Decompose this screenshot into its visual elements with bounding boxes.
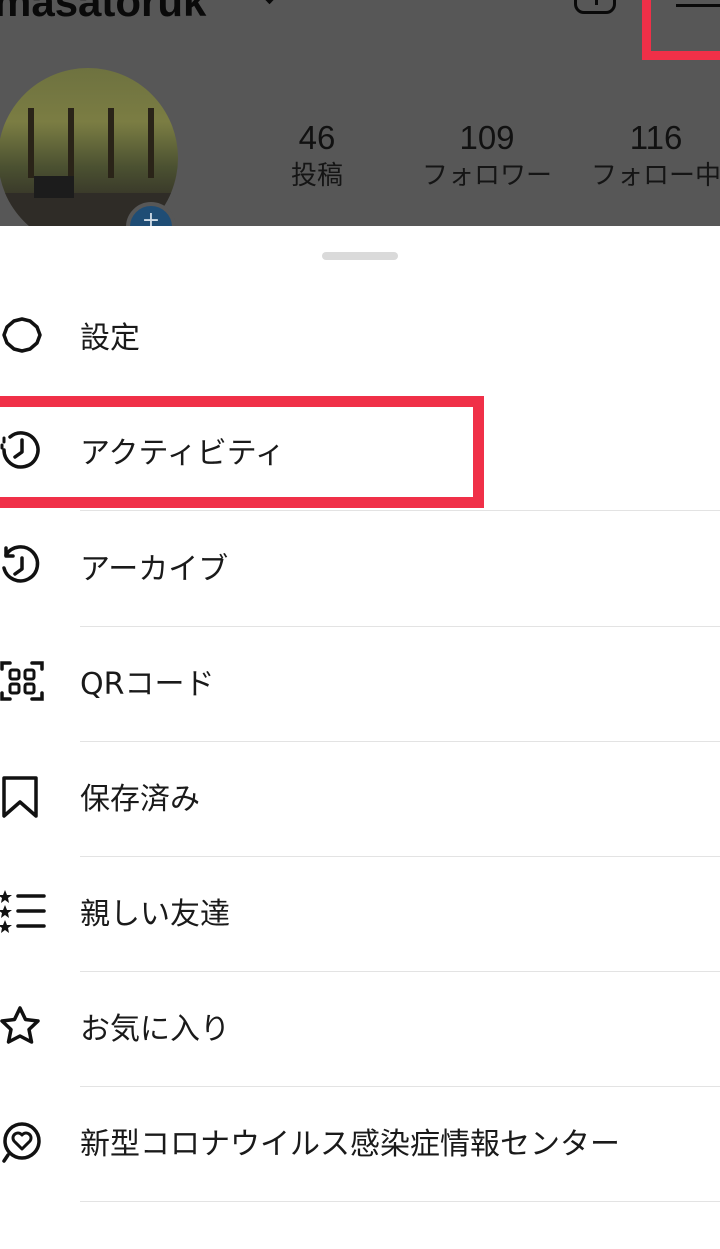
highlight-box-activity <box>0 396 484 508</box>
menu-item-favorites[interactable]: お気に入り <box>0 972 720 1087</box>
stat-posts-label: 投稿 <box>290 161 343 191</box>
menu-item-saved[interactable]: 保存済み <box>0 742 720 857</box>
bookmark-icon <box>2 776 38 818</box>
covid-info-heart-icon <box>2 1122 41 1163</box>
close-friends-list-icon <box>0 890 46 933</box>
menu-divider <box>80 1201 720 1202</box>
menu-item-label: お気に入り <box>80 1012 230 1047</box>
menu-item-covid-info-center[interactable]: 新型コロナウイルス感染症情報センター <box>0 1087 720 1202</box>
menu-bottom-sheet: 設定 アクティビティ アーカイブ QRコード 保存済み 親しい友達 お気に入り … <box>0 226 720 1249</box>
menu-item-label: アーカイブ <box>80 552 229 587</box>
sheet-grabber-handle[interactable] <box>322 252 398 260</box>
menu-item-close-friends[interactable]: 親しい友達 <box>0 857 720 972</box>
stat-posts[interactable]: 46 投稿 <box>262 118 372 194</box>
menu-item-label: 親しい友達 <box>80 897 230 932</box>
profile-header-dimmed: masatoruk 46 投稿 109 フォロワー 116 フォロー中 <box>0 0 720 226</box>
chevron-down-icon[interactable] <box>258 0 281 5</box>
menu-item-qr-code[interactable]: QRコード <box>0 627 720 742</box>
stat-followers[interactable]: 109 フォロワー <box>412 118 562 194</box>
menu-item-label: 新型コロナウイルス感染症情報センター <box>80 1127 620 1162</box>
menu-divider <box>80 510 720 511</box>
gear-icon <box>2 317 42 353</box>
menu-item-archive[interactable]: アーカイブ <box>0 512 720 627</box>
profile-username[interactable]: masatoruk <box>0 0 206 26</box>
stat-following-label: フォロー中 <box>590 161 720 191</box>
stat-following-count: 116 <box>629 119 683 156</box>
menu-item-label: 設定 <box>80 321 140 356</box>
highlight-box-menu <box>642 0 720 60</box>
stat-posts-count: 46 <box>298 119 336 156</box>
new-post-icon[interactable] <box>574 0 616 14</box>
stat-following[interactable]: 116 フォロー中 <box>586 118 720 194</box>
stat-followers-label: フォロワー <box>421 161 552 191</box>
star-icon <box>0 1006 40 1044</box>
stat-followers-count: 109 <box>459 119 515 156</box>
menu-item-label: QRコード <box>80 667 215 702</box>
qr-scan-icon <box>0 661 44 701</box>
archive-clock-icon <box>2 545 40 583</box>
menu-item-settings[interactable]: 設定 <box>0 281 720 396</box>
menu-item-label: 保存済み <box>80 782 200 817</box>
